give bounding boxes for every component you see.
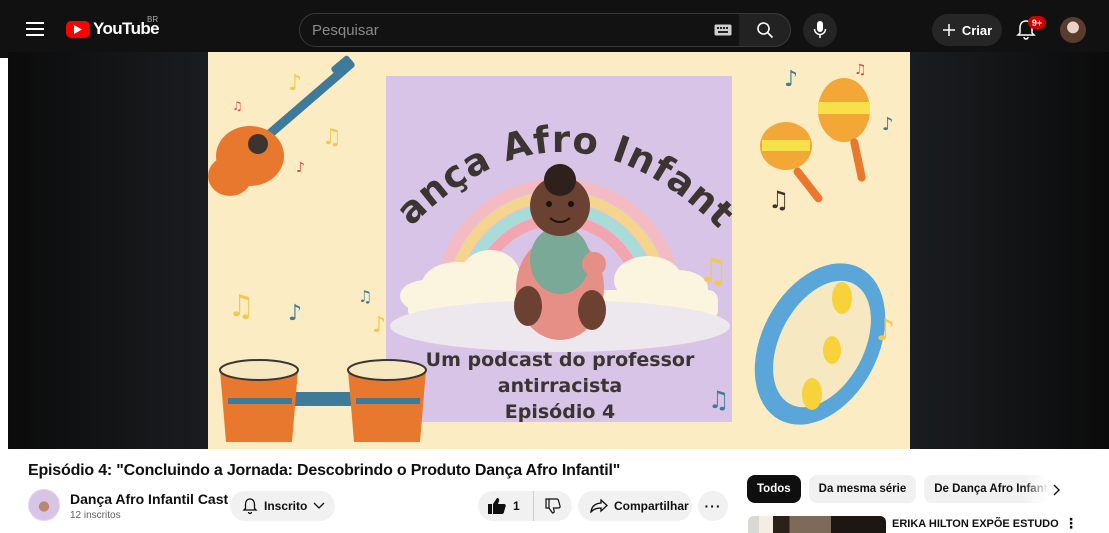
recommended-video-title[interactable]: ERIKA HILTON EXPÕE ESTUDO [892,518,1059,530]
microphone-icon [813,21,827,38]
svg-text:♪: ♪ [876,313,895,348]
subscribed-button[interactable]: Inscrito [230,491,335,521]
thumbnail-subtitle-1: Um podcast do professor [426,349,695,371]
svg-text:♫: ♫ [854,62,867,78]
svg-text:♫: ♫ [228,289,255,324]
svg-text:♫: ♫ [232,99,243,113]
notification-badge: 9+ [1028,16,1046,29]
share-arrow-icon [590,499,608,513]
plus-icon [942,24,955,36]
search-button[interactable] [739,13,791,47]
user-avatar[interactable] [1060,17,1086,43]
bell-icon [242,498,258,515]
chip-same-series[interactable]: Da mesma série [808,475,917,503]
more-horizontal-icon: ··· [704,498,722,514]
chevron-right-icon[interactable] [1048,480,1066,500]
channel-name[interactable]: Dança Afro Infantil Cast [70,491,228,507]
thumbs-up-icon [488,498,506,514]
chip-from-channel[interactable]: De Dança Afro Infantil [924,475,1049,503]
svg-text:♪: ♪ [784,67,798,92]
youtube-logo[interactable]: YouTube BR [66,15,160,41]
search-input[interactable] [312,14,702,46]
subscriber-count: 12 inscritos [70,510,121,521]
menu-icon[interactable] [22,16,48,42]
svg-text:♪: ♪ [288,71,302,96]
share-button[interactable]: Compartilhar [578,491,692,521]
youtube-play-icon [66,20,90,38]
like-dislike-group: 1 [478,491,572,521]
like-count: 1 [513,499,520,513]
voice-search-button[interactable] [803,13,837,47]
chevron-down-icon [313,502,325,509]
svg-text:♪: ♪ [882,114,894,135]
more-actions-button[interactable]: ··· [698,491,728,521]
search-icon [756,22,773,39]
recommendation-filter-chips: Todos Da mesma série De Dança Afro Infan… [747,475,1049,503]
svg-text:♪: ♪ [288,301,302,326]
svg-text:♫: ♫ [768,186,790,214]
thumbnail-episode: Episódio 4 [505,401,615,423]
more-vertical-icon[interactable]: ⋮ [1064,516,1078,533]
share-label: Compartilhar [614,499,689,513]
svg-text:♫: ♫ [708,386,730,414]
channel-avatar[interactable] [28,489,60,521]
svg-text:♪: ♪ [372,313,386,338]
svg-text:♫: ♫ [698,251,728,291]
chip-todos[interactable]: Todos [747,475,801,503]
keyboard-icon[interactable] [714,24,732,36]
region-code: BR [147,15,159,24]
svg-text:♫: ♫ [358,287,372,306]
create-button[interactable]: Criar [932,14,1002,46]
thumbnail-subtitle-2: antirracista [498,375,623,397]
svg-text:♪: ♪ [296,160,305,176]
player-letterbox-left [8,52,208,449]
thumbs-down-icon [545,498,561,514]
like-button[interactable]: 1 [478,491,534,521]
video-thumbnail[interactable]: Dança Afro Infantil Um podcast do profes… [208,52,910,449]
create-label: Criar [961,22,993,38]
subscribed-label: Inscrito [264,499,308,513]
dislike-button[interactable] [534,491,572,521]
recommended-video-thumbnail[interactable] [748,516,886,533]
svg-text:♫: ♫ [322,125,342,150]
video-title: Episódio 4: "Concluindo a Jornada: Desco… [28,462,621,479]
player-letterbox-right [910,52,1109,449]
